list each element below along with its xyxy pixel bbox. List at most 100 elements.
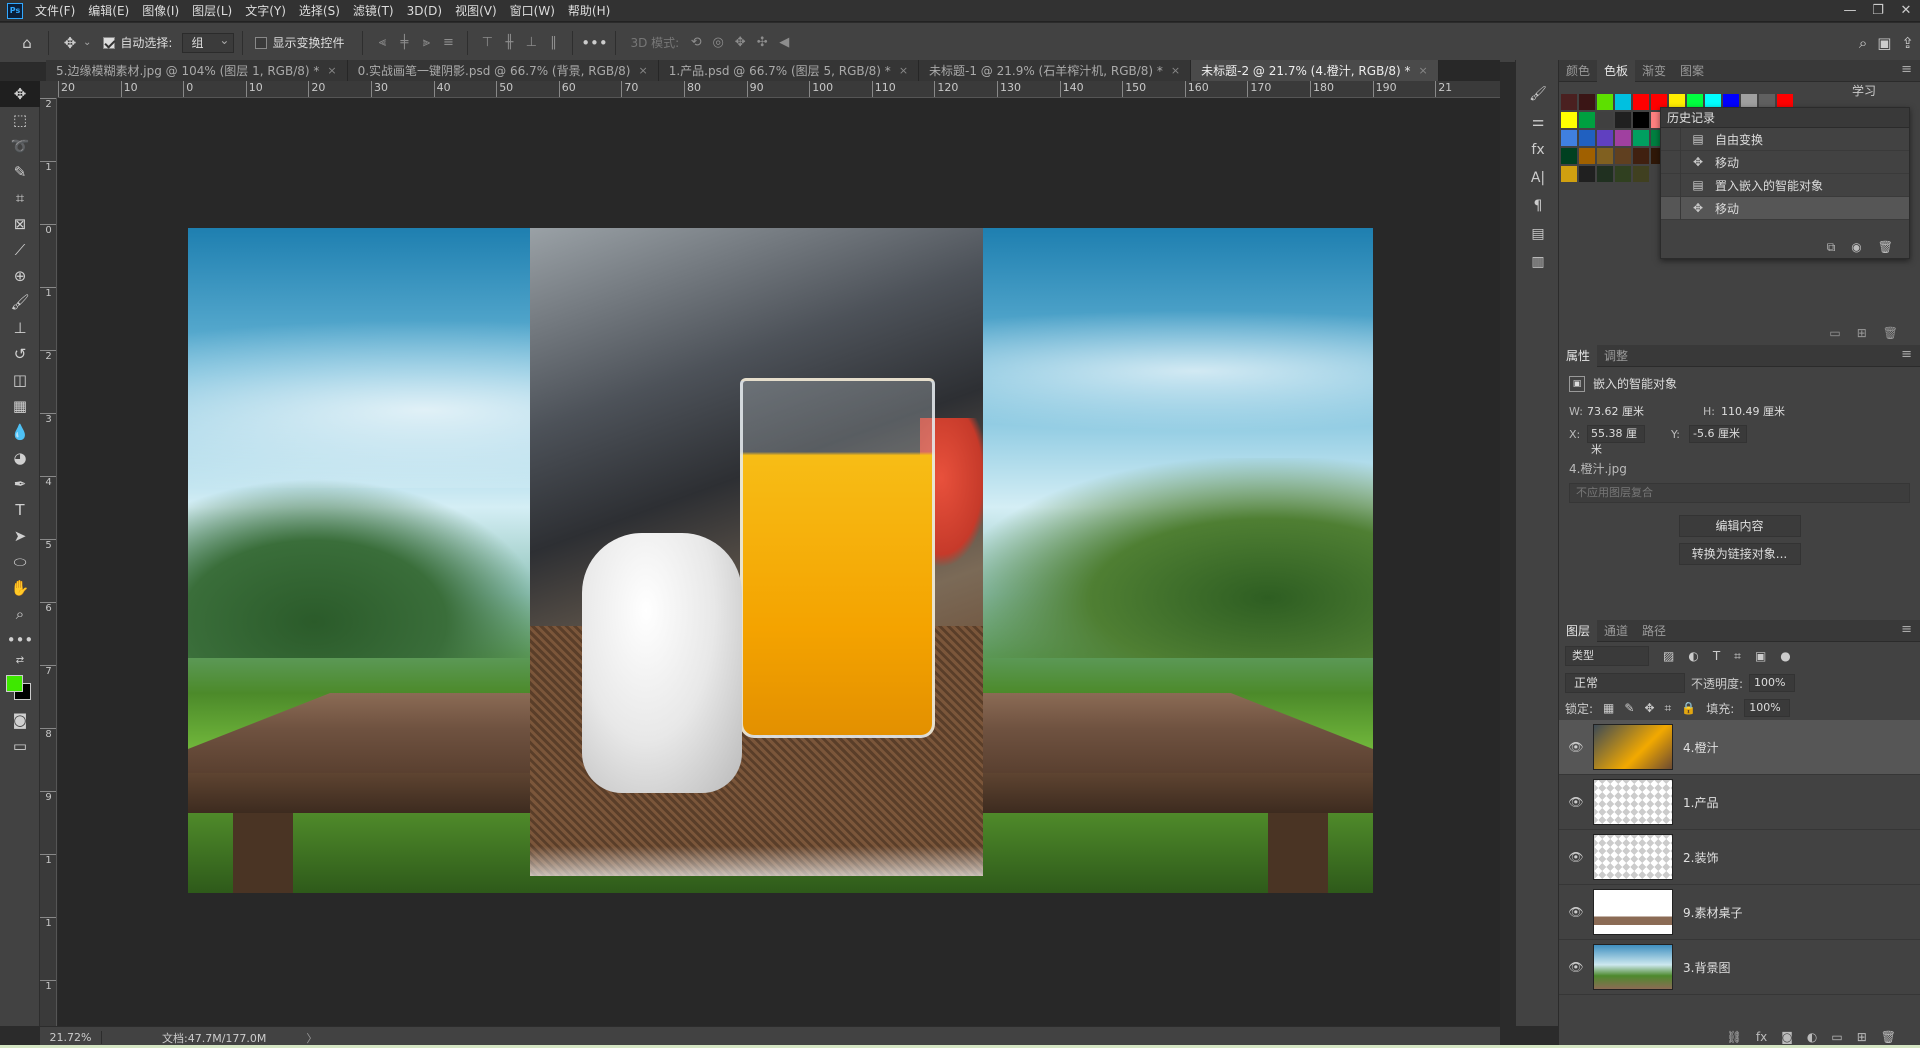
lock-all-icon[interactable]: 🔒 xyxy=(1681,701,1696,715)
close-icon[interactable]: × xyxy=(327,64,336,77)
color-swatch[interactable] xyxy=(1579,166,1595,182)
ruler-origin[interactable] xyxy=(40,81,58,98)
visibility-eye-icon[interactable]: 👁 xyxy=(1559,795,1593,809)
panel-menu-icon[interactable]: ≡ xyxy=(1901,622,1912,637)
frame-tool-icon[interactable]: ⊠ xyxy=(0,211,40,237)
link-layers-icon[interactable]: ⛓ xyxy=(1727,1030,1742,1044)
pen-tool-icon[interactable]: ✒ xyxy=(0,471,40,497)
new-group-icon[interactable]: ▭ xyxy=(1829,326,1840,340)
close-icon[interactable]: × xyxy=(638,64,647,77)
minimize-button[interactable]: — xyxy=(1836,0,1864,22)
gradient-tool-icon[interactable]: ▦ xyxy=(0,393,40,419)
new-swatch-icon[interactable]: ⊞ xyxy=(1857,326,1867,340)
layer-kind-dropdown[interactable]: 类型 xyxy=(1565,646,1649,666)
color-swatch[interactable] xyxy=(1579,112,1595,128)
doc-tab[interactable]: 1.产品.psd @ 66.7% (图层 5, RGB/8) * × xyxy=(658,60,920,81)
foreground-color-swatch[interactable] xyxy=(6,675,23,692)
doc-tab[interactable]: 未标题-1 @ 21.9% (石羊榨汁机, RGB/8) * × xyxy=(919,60,1192,81)
tab-paths[interactable]: 路径 xyxy=(1635,620,1673,642)
height-field[interactable]: 110.49 厘米 xyxy=(1721,403,1791,419)
history-item-selected[interactable]: ✥ 移动 xyxy=(1661,196,1909,220)
3d-roll-icon[interactable]: ◎ xyxy=(707,33,729,53)
layer-row[interactable]: 👁 9.素材桌子 xyxy=(1559,885,1920,940)
character-icon[interactable]: A| xyxy=(1516,164,1560,192)
eraser-tool-icon[interactable]: ◫ xyxy=(0,367,40,393)
hand-tool-icon[interactable]: ✋ xyxy=(0,575,40,601)
align-right-icon[interactable]: ⫸ xyxy=(415,33,437,53)
color-swatch[interactable] xyxy=(1615,148,1631,164)
layer-name[interactable]: 3.背景图 xyxy=(1683,959,1730,976)
align-top-icon[interactable]: ⊤ xyxy=(476,33,498,53)
blend-mode-dropdown[interactable]: 正常 xyxy=(1565,673,1685,693)
menu-edit[interactable]: 编辑(E) xyxy=(88,2,129,19)
screen-mode-icon[interactable]: ▭ xyxy=(0,733,40,759)
tab-adjustments[interactable]: 调整 xyxy=(1597,345,1635,367)
distribute-icon[interactable]: ≡ xyxy=(437,33,459,53)
blur-tool-icon[interactable]: 💧 xyxy=(0,419,40,445)
adjustments-icon[interactable]: ⚌ xyxy=(1516,108,1560,136)
new-layer-icon[interactable]: ⊞ xyxy=(1857,1030,1867,1044)
3d-pan-icon[interactable]: ✥ xyxy=(729,33,751,53)
tab-channels[interactable]: 通道 xyxy=(1597,620,1635,642)
history-item[interactable]: ▤ 自由变换 xyxy=(1661,127,1909,151)
menu-filter[interactable]: 滤镜(T) xyxy=(353,2,394,19)
color-swatch[interactable] xyxy=(1561,94,1577,110)
convert-to-linked-button[interactable]: 转换为链接对象... xyxy=(1678,543,1801,565)
history-item[interactable]: ✥ 移动 xyxy=(1661,150,1909,174)
color-swatch[interactable] xyxy=(1597,94,1613,110)
menu-window[interactable]: 窗口(W) xyxy=(510,2,555,19)
chevron-right-icon[interactable]: 〉 xyxy=(306,1030,317,1046)
opacity-field[interactable]: 100% xyxy=(1749,674,1796,692)
search-icon[interactable]: ⌕ xyxy=(1859,34,1867,52)
3d-orbit-icon[interactable]: ⟲ xyxy=(685,33,707,53)
color-swatch[interactable] xyxy=(1633,148,1649,164)
healing-brush-tool-icon[interactable]: ⊕ xyxy=(0,263,40,289)
menu-layer[interactable]: 图层(L) xyxy=(192,2,232,19)
menu-3d[interactable]: 3D(D) xyxy=(407,4,442,18)
menu-type[interactable]: 文字(Y) xyxy=(245,2,286,19)
zoom-level[interactable]: 21.72% xyxy=(40,1031,102,1044)
brush-tool-icon[interactable]: 🖌 xyxy=(0,289,40,315)
color-swatch[interactable] xyxy=(1597,112,1613,128)
swap-colors-icon[interactable]: ⇄ xyxy=(0,653,40,667)
marquee-tool-icon[interactable]: ⬚ xyxy=(0,107,40,133)
visibility-eye-icon[interactable]: 👁 xyxy=(1559,960,1593,974)
color-swatch[interactable] xyxy=(1597,130,1613,146)
type-filter-icon[interactable]: T xyxy=(1713,649,1720,663)
layer-row[interactable]: 👁 3.背景图 xyxy=(1559,940,1920,995)
menu-view[interactable]: 视图(V) xyxy=(455,2,497,19)
layer-name[interactable]: 1.产品 xyxy=(1683,794,1718,811)
snapshot-icon[interactable]: ◉ xyxy=(1851,240,1861,254)
tab-patterns[interactable]: 图案 xyxy=(1673,60,1711,82)
adjustment-layer-icon[interactable]: ◐ xyxy=(1807,1030,1817,1044)
tab-gradients[interactable]: 渐变 xyxy=(1635,60,1673,82)
horizontal-ruler[interactable]: 20 10 0 10 20 30 40 50 60 70 80 90 100 110 120 130 140 15… xyxy=(58,81,1500,98)
delete-icon[interactable]: 🗑 xyxy=(1883,326,1898,340)
close-icon[interactable]: × xyxy=(899,64,908,77)
learn-label[interactable]: 学习 xyxy=(1852,82,1876,99)
delete-layer-icon[interactable]: 🗑 xyxy=(1881,1030,1896,1044)
lock-paint-icon[interactable]: ✎ xyxy=(1624,701,1634,715)
layer-row[interactable]: 👁 2.装饰 xyxy=(1559,830,1920,885)
smart-object-filter-icon[interactable]: ▣ xyxy=(1755,649,1766,663)
styles-fx-icon[interactable]: fx xyxy=(1516,136,1560,164)
new-group-icon[interactable]: ▭ xyxy=(1831,1030,1842,1044)
clone-stamp-tool-icon[interactable]: ⊥ xyxy=(0,315,40,341)
tab-swatches[interactable]: 色板 xyxy=(1597,59,1636,82)
shape-filter-icon[interactable]: ⌗ xyxy=(1734,649,1741,664)
fill-field[interactable]: 100% xyxy=(1744,699,1791,717)
distribute-vertical-icon[interactable]: ‖ xyxy=(542,33,564,53)
add-mask-icon[interactable]: ◙ xyxy=(1781,1030,1793,1044)
color-swatch[interactable] xyxy=(1597,148,1613,164)
color-swatch[interactable] xyxy=(1561,148,1577,164)
more-options-icon[interactable]: ••• xyxy=(581,30,608,56)
visibility-eye-icon[interactable]: 👁 xyxy=(1559,850,1593,864)
3d-slide-icon[interactable]: ✣ xyxy=(751,33,773,53)
eyedropper-tool-icon[interactable]: ⟋ xyxy=(0,237,40,263)
history-item[interactable]: ▤ 置入嵌入的智能对象 xyxy=(1661,173,1909,197)
move-tool-icon[interactable]: ✥ xyxy=(0,81,40,107)
lock-position-icon[interactable]: ✥ xyxy=(1644,701,1654,715)
color-swatch[interactable] xyxy=(1633,166,1649,182)
doc-tab-active[interactable]: 未标题-2 @ 21.7% (4.橙汁, RGB/8) * × xyxy=(1191,60,1439,81)
pixel-filter-icon[interactable]: ▨ xyxy=(1663,649,1674,663)
